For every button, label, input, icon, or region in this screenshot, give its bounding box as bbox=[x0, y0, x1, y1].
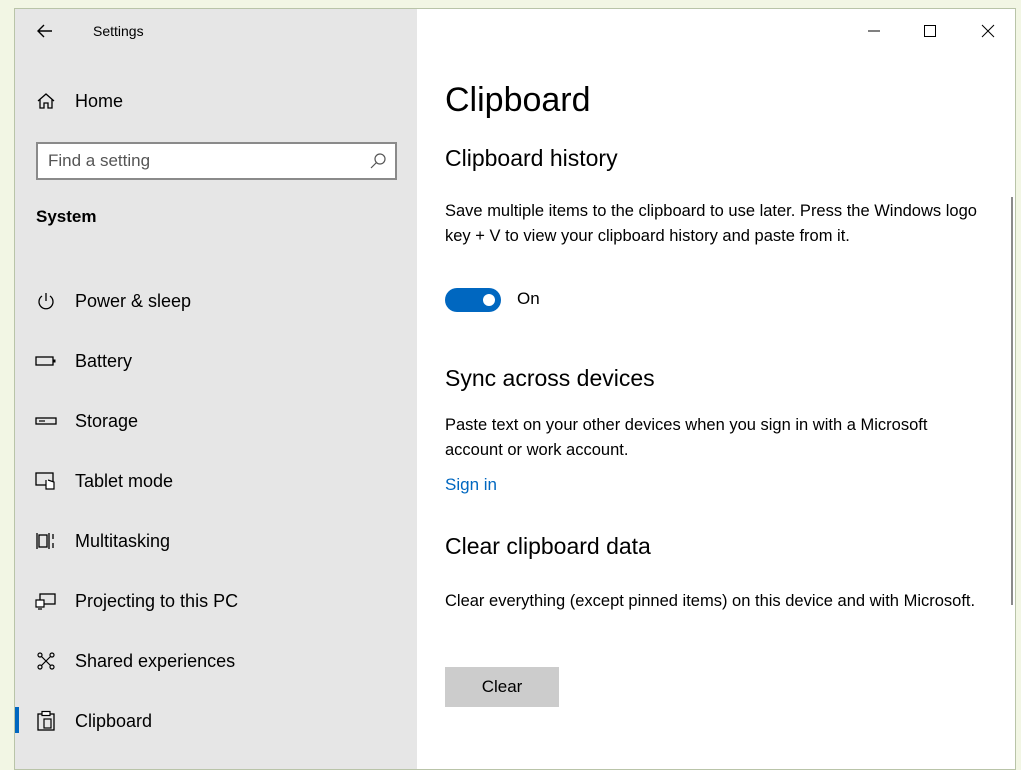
clear-heading: Clear clipboard data bbox=[445, 533, 651, 559]
power-icon bbox=[35, 290, 57, 312]
search-icon bbox=[370, 153, 386, 169]
sidebar-item-label: Shared experiences bbox=[75, 650, 236, 671]
sidebar: Settings Home System bbox=[15, 9, 417, 769]
sidebar-item-label: Tablet mode bbox=[75, 470, 174, 491]
section-title-system: System bbox=[36, 207, 97, 226]
minimize-button[interactable] bbox=[851, 15, 897, 47]
sidebar-item-label: Projecting to this PC bbox=[75, 590, 239, 611]
sidebar-item-projecting[interactable]: Projecting to this PC bbox=[15, 579, 417, 623]
clipboard-history-toggle[interactable] bbox=[445, 288, 501, 312]
back-button[interactable] bbox=[31, 17, 59, 45]
scrollbar[interactable] bbox=[1011, 197, 1013, 605]
minimize-icon bbox=[868, 30, 880, 32]
sidebar-item-power-sleep[interactable]: Power & sleep bbox=[15, 279, 417, 323]
search-box[interactable] bbox=[36, 142, 397, 180]
sign-in-link[interactable]: Sign in bbox=[445, 475, 497, 495]
sidebar-item-storage[interactable]: Storage bbox=[15, 399, 417, 443]
home-label: Home bbox=[75, 90, 124, 111]
projecting-icon bbox=[35, 590, 57, 612]
search-input[interactable] bbox=[48, 150, 348, 172]
battery-icon bbox=[35, 350, 57, 372]
sidebar-item-tablet-mode[interactable]: Tablet mode bbox=[15, 459, 417, 503]
multitasking-icon bbox=[35, 530, 57, 552]
sidebar-item-shared-experiences[interactable]: Shared experiences bbox=[15, 639, 417, 683]
toggle-knob bbox=[483, 294, 495, 306]
shared-experiences-icon bbox=[35, 650, 57, 672]
close-button[interactable] bbox=[965, 15, 1011, 47]
sidebar-item-label: Multitasking bbox=[75, 530, 171, 551]
maximize-button[interactable] bbox=[907, 15, 953, 47]
sidebar-item-label: Storage bbox=[75, 410, 139, 431]
clear-description: Clear everything (except pinned items) o… bbox=[445, 592, 976, 610]
storage-icon bbox=[35, 410, 57, 432]
sync-description: Paste text on your other devices when yo… bbox=[445, 416, 928, 459]
main-content: Clipboard Clipboard history Save multipl… bbox=[417, 9, 1015, 769]
sidebar-item-battery[interactable]: Battery bbox=[15, 339, 417, 383]
toggle-state-label: On bbox=[517, 289, 540, 308]
sidebar-item-home[interactable]: Home bbox=[15, 85, 417, 117]
home-icon bbox=[35, 90, 57, 112]
tablet-mode-icon bbox=[35, 470, 57, 492]
sidebar-item-label: Clipboard bbox=[75, 710, 153, 731]
sidebar-item-label: Battery bbox=[75, 350, 133, 371]
page-title: Clipboard bbox=[445, 81, 591, 119]
title-bar: Settings bbox=[15, 9, 417, 53]
clear-button[interactable]: Clear bbox=[445, 667, 559, 707]
sidebar-item-label: Power & sleep bbox=[75, 290, 192, 311]
close-icon bbox=[981, 24, 995, 38]
settings-window: Settings Home System bbox=[14, 8, 1016, 770]
back-arrow-icon bbox=[37, 24, 52, 38]
sync-heading: Sync across devices bbox=[445, 365, 655, 391]
window-title: Settings bbox=[93, 23, 144, 39]
clipboard-history-heading: Clipboard history bbox=[445, 145, 618, 171]
clipboard-icon bbox=[35, 710, 57, 732]
clipboard-history-description: Save multiple items to the clipboard to … bbox=[445, 202, 977, 245]
sidebar-item-multitasking[interactable]: Multitasking bbox=[15, 519, 417, 563]
sidebar-item-clipboard[interactable]: Clipboard bbox=[15, 699, 417, 743]
maximize-icon bbox=[924, 25, 936, 37]
